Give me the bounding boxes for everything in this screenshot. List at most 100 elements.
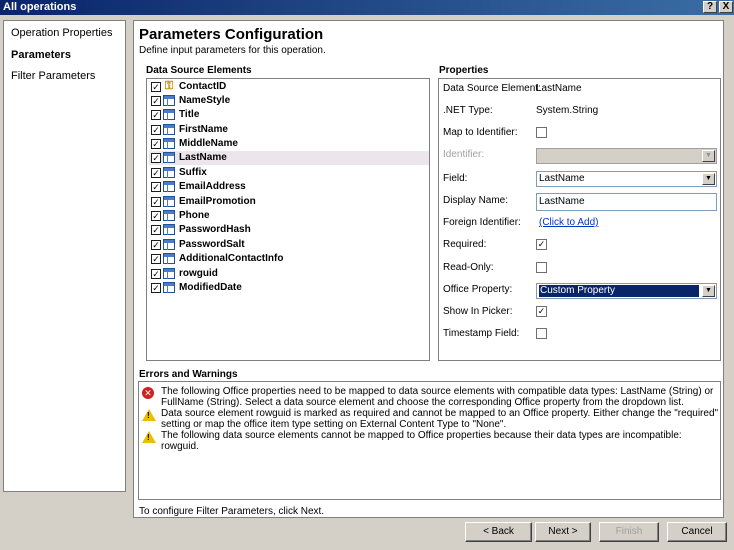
checkbox[interactable]: ✓: [151, 182, 161, 192]
nav-item-filter-parameters[interactable]: Filter Parameters: [11, 70, 95, 82]
field-icon: [163, 268, 175, 279]
element-name: LastName: [179, 152, 227, 163]
element-name: ModifiedDate: [179, 282, 242, 293]
list-item[interactable]: ✓ Phone: [149, 209, 429, 223]
data-source-list[interactable]: ✓ ⚿ ContactID ✓ NameStyle ✓ Title ✓ Firs…: [146, 78, 430, 361]
data-source-heading: Data Source Elements: [146, 65, 252, 76]
field-icon: [163, 224, 175, 235]
wizard-nav: Operation Properties Parameters Filter P…: [3, 20, 126, 492]
field-icon: [163, 95, 175, 106]
list-item[interactable]: ✓ PasswordSalt: [149, 238, 429, 252]
cancel-button[interactable]: Cancel: [667, 522, 727, 542]
data-source-element-label: Data Source Element:: [443, 83, 541, 94]
checkbox[interactable]: ✓: [151, 197, 161, 207]
list-item[interactable]: ✓ ⚿ ContactID: [149, 80, 429, 94]
list-item[interactable]: ✓ NameStyle: [149, 94, 429, 108]
checkbox[interactable]: ✓: [151, 168, 161, 178]
main-panel: Parameters Configuration Define input pa…: [133, 20, 724, 518]
finish-button: Finish: [599, 522, 659, 542]
back-button[interactable]: < Back: [465, 522, 532, 542]
errors-heading: Errors and Warnings: [139, 369, 238, 380]
field-icon: [163, 109, 175, 120]
checkbox[interactable]: ✓: [151, 240, 161, 250]
show-in-picker-checkbox[interactable]: ✓: [536, 306, 547, 317]
field-value: LastName: [539, 173, 585, 184]
page-subtitle: Define input parameters for this operati…: [139, 45, 326, 56]
field-dropdown[interactable]: LastName ▼: [536, 171, 717, 187]
element-name: Suffix: [179, 167, 207, 178]
office-property-label: Office Property:: [443, 284, 513, 295]
footer-hint: To configure Filter Parameters, click Ne…: [139, 506, 325, 517]
nav-item-operation-properties[interactable]: Operation Properties: [11, 27, 113, 39]
list-item-selected[interactable]: ✓ LastName: [149, 151, 429, 165]
required-checkbox[interactable]: ✓: [536, 239, 547, 250]
chevron-down-icon[interactable]: ▼: [702, 285, 715, 297]
list-item[interactable]: ✓ Title: [149, 108, 429, 122]
list-item[interactable]: ✓ ModifiedDate: [149, 281, 429, 295]
identifier-dropdown: ▼: [536, 148, 717, 164]
list-item[interactable]: ✓ FirstName: [149, 123, 429, 137]
read-only-label: Read-Only:: [443, 262, 494, 273]
checkbox[interactable]: ✓: [151, 125, 161, 135]
warning-icon: !: [142, 409, 156, 421]
checkbox[interactable]: ✓: [151, 110, 161, 120]
page-title: Parameters Configuration: [139, 26, 324, 43]
list-item[interactable]: ✓ MiddleName: [149, 137, 429, 151]
list-item[interactable]: ✓ PasswordHash: [149, 223, 429, 237]
checkbox[interactable]: ✓: [151, 139, 161, 149]
warning-message: The following data source elements canno…: [161, 430, 682, 452]
field-icon: [163, 167, 175, 178]
window-title: All operations: [3, 1, 77, 13]
list-item[interactable]: ✓ EmailAddress: [149, 180, 429, 194]
errors-panel: ✕ The following Office properties need t…: [138, 381, 721, 500]
field-icon: [163, 196, 175, 207]
display-name-input[interactable]: LastName: [536, 193, 717, 211]
click-to-add-link[interactable]: (Click to Add): [539, 217, 598, 228]
help-button[interactable]: ?: [703, 1, 717, 13]
field-icon: [163, 282, 175, 293]
element-name: NameStyle: [179, 95, 231, 106]
list-item[interactable]: ✓ Suffix: [149, 166, 429, 180]
list-item[interactable]: ✓ EmailPromotion: [149, 195, 429, 209]
window-title-bar: All operations: [0, 0, 734, 15]
show-in-picker-label: Show In Picker:: [443, 306, 513, 317]
display-name-label: Display Name:: [443, 195, 509, 206]
checkbox[interactable]: ✓: [151, 82, 161, 92]
map-to-identifier-checkbox[interactable]: [536, 127, 547, 138]
nav-item-parameters[interactable]: Parameters: [11, 49, 71, 61]
next-button[interactable]: Next >: [535, 522, 591, 542]
element-name: FirstName: [179, 124, 228, 135]
required-label: Required:: [443, 239, 487, 250]
timestamp-field-checkbox[interactable]: [536, 328, 547, 339]
error-message: The following Office properties need to …: [161, 386, 714, 408]
checkbox[interactable]: ✓: [151, 211, 161, 221]
timestamp-field-label: Timestamp Field:: [443, 328, 520, 339]
list-item[interactable]: ✓ AdditionalContactInfo: [149, 252, 429, 266]
element-name: rowguid: [179, 268, 218, 279]
element-name: Title: [179, 109, 200, 120]
field-label: Field:: [443, 173, 468, 184]
data-source-element-value: LastName: [536, 83, 582, 94]
close-button[interactable]: X: [719, 1, 733, 13]
element-name: PasswordHash: [179, 224, 251, 235]
net-type-label: .NET Type:: [443, 105, 493, 116]
element-name: EmailAddress: [179, 181, 246, 192]
field-icon: [163, 181, 175, 192]
checkbox[interactable]: ✓: [151, 225, 161, 235]
field-icon: [163, 124, 175, 135]
office-property-value: Custom Property: [539, 285, 699, 297]
read-only-checkbox[interactable]: [536, 262, 547, 273]
office-property-dropdown[interactable]: Custom Property ▼: [536, 283, 717, 299]
identifier-label: Identifier:: [443, 149, 485, 160]
checkbox[interactable]: ✓: [151, 254, 161, 264]
list-item[interactable]: ✓ rowguid: [149, 267, 429, 281]
checkbox[interactable]: ✓: [151, 269, 161, 279]
map-to-identifier-label: Map to Identifier:: [443, 127, 518, 138]
checkbox[interactable]: ✓: [151, 153, 161, 163]
element-name: EmailPromotion: [179, 196, 256, 207]
error-icon: ✕: [142, 387, 154, 399]
checkbox[interactable]: ✓: [151, 96, 161, 106]
chevron-down-icon[interactable]: ▼: [702, 173, 715, 185]
checkbox[interactable]: ✓: [151, 283, 161, 293]
properties-panel: Data Source Element: LastName .NET Type:…: [438, 78, 721, 361]
